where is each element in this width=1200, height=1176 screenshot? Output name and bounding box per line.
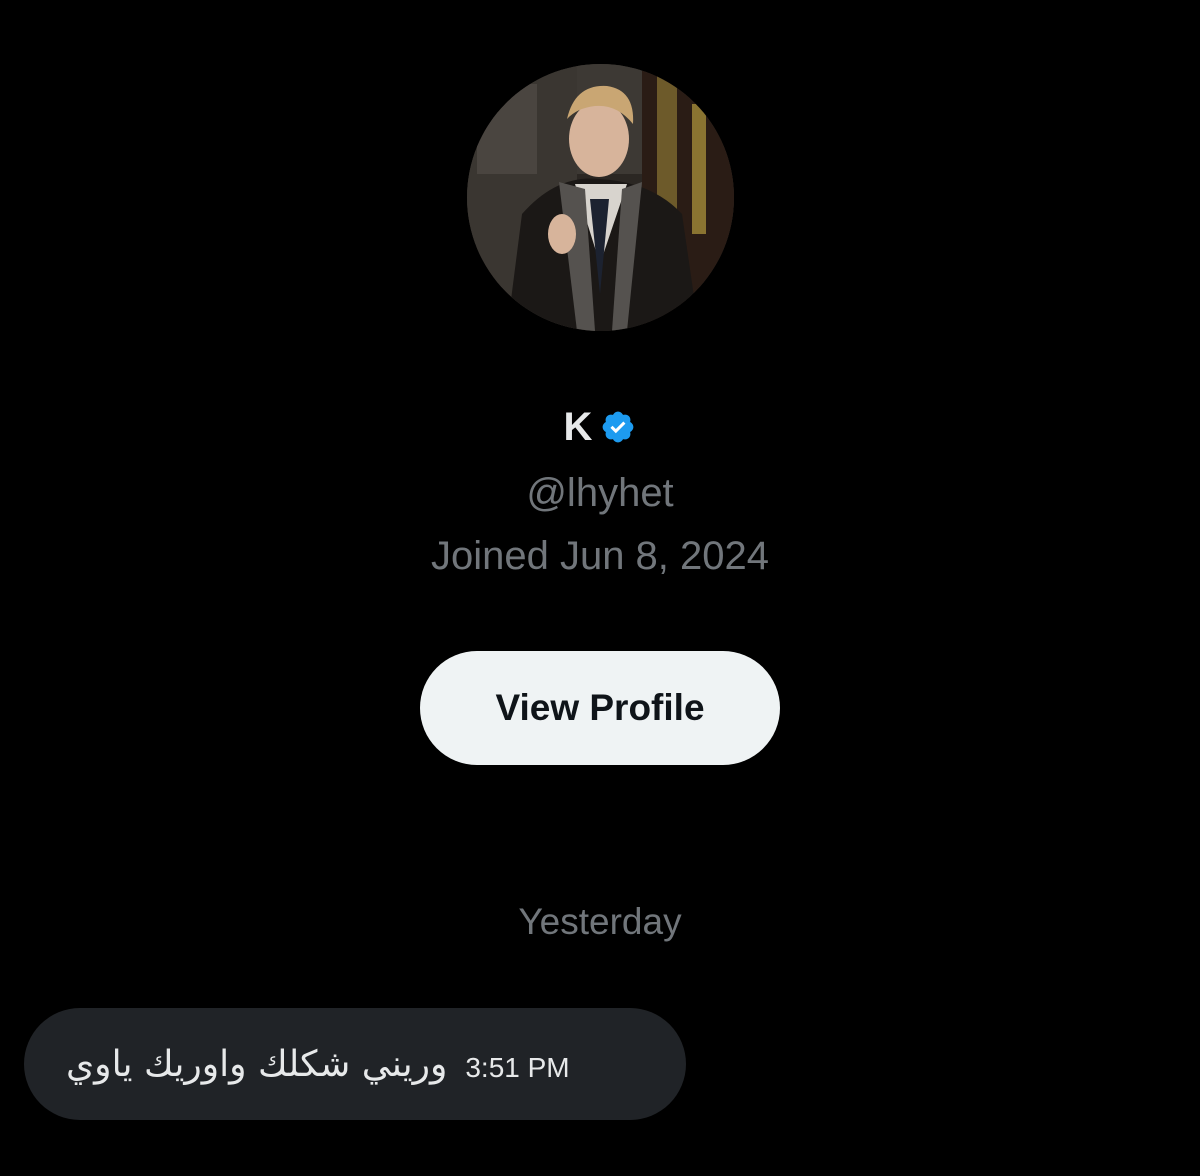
- message-timestamp: 3:51 PM: [465, 1052, 570, 1083]
- display-name: K: [563, 405, 593, 449]
- date-separator: Yesterday: [518, 901, 682, 942]
- verified-badge-icon: [600, 409, 636, 445]
- avatar-photo: [467, 64, 734, 331]
- view-profile-button[interactable]: View Profile: [420, 651, 780, 765]
- user-handle: @lhyhet: [526, 471, 674, 515]
- view-profile-label: View Profile: [495, 687, 705, 728]
- joined-date: Joined Jun 8, 2024: [430, 534, 770, 578]
- message-text: وريني شكلك واوريك ياوي: [66, 1043, 448, 1085]
- message-bubble[interactable]: وريني شكلك واوريك ياوي 3:51 PM: [24, 1008, 686, 1120]
- profile-avatar[interactable]: [467, 64, 734, 331]
- profile-name-row: K: [0, 402, 1200, 452]
